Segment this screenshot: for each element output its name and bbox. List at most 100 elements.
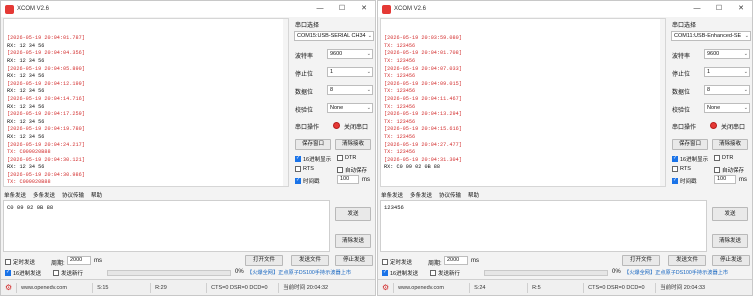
baud-select[interactable]: 9600 ⌄ [327, 49, 373, 59]
ad-link[interactable]: 【火爆全网】正点原子DS100手持示波器上市 [624, 269, 728, 276]
databits-select[interactable]: 8 ⌄ [704, 85, 750, 95]
receive-line: RX: 12 34 56 [7, 73, 45, 80]
receive-line: [2026-05-19 20:03:59.080] [384, 35, 462, 42]
hex-display-checkbox[interactable]: 16进制显示 [672, 155, 708, 163]
databits-select[interactable]: 8 ⌄ [327, 85, 373, 95]
parity-select[interactable]: None ⌄ [704, 103, 750, 113]
auto-save-checkbox[interactable]: 自动保存 [337, 166, 367, 174]
current-time: 当前时间 20:04:32 [283, 284, 329, 291]
port-select[interactable]: COM11:USB-Enhanced-SE ⌄ [671, 31, 751, 41]
settings-gear-icon[interactable]: ⚙ [378, 282, 395, 293]
website-link[interactable]: www.openedv.com [17, 282, 94, 293]
parity-select-value: None [707, 105, 721, 111]
send-newline-checkbox[interactable]: 发送新行 [53, 269, 83, 277]
receive-area[interactable]: [2026-05-19 20:04:01.787] RX: 12 34 56 [20… [3, 18, 289, 187]
close-icon[interactable]: ✕ [730, 1, 752, 17]
receive-line: [2026-05-19 20:04:01.708] [384, 50, 462, 57]
ad-link[interactable]: 【火爆全网】正点原子DS100手持示波器上市 [247, 269, 351, 276]
timestamp-interval-input[interactable]: 100 [337, 175, 359, 184]
clear-receive-button[interactable]: 清除接收 [335, 139, 371, 150]
send-button[interactable]: 发送 [335, 207, 371, 221]
period-input[interactable]: 2000 [444, 256, 468, 265]
receive-line: RX: C0 09 02 0B 88 [384, 164, 441, 171]
send-input[interactable]: C0 09 02 0B 88 [3, 200, 330, 252]
clear-send-button[interactable]: 清除发送 [335, 234, 371, 248]
hex-send-checkbox[interactable]: 16进制发送 [382, 269, 418, 277]
timed-send-checkbox[interactable]: 定时发送 [5, 258, 35, 266]
receive-scrollbar[interactable] [283, 19, 288, 186]
send-newline-checkbox[interactable]: 发送新行 [430, 269, 460, 277]
stopbits-label: 停止位 [672, 72, 691, 78]
close-port-button[interactable]: 关闭串口 [344, 122, 368, 131]
send-file-button[interactable]: 发送文件 [291, 255, 329, 266]
timed-send-checkbox[interactable]: 定时发送 [382, 258, 412, 266]
receive-line: RX: 12 34 56 [7, 164, 45, 171]
title-bar: XCOM V2.6 — ☐ ✕ [378, 1, 752, 17]
stopbits-select[interactable]: 1 ⌄ [704, 67, 750, 77]
receive-line: [2026-05-19 20:04:13.294] [384, 111, 462, 118]
settings-gear-icon[interactable]: ⚙ [1, 282, 18, 293]
timed-send-label: 定时发送 [13, 260, 36, 266]
checkbox-icon [53, 270, 59, 276]
rts-checkbox[interactable]: RTS [295, 166, 314, 172]
maximize-icon[interactable]: ☐ [331, 1, 353, 17]
clear-send-button[interactable]: 清除发送 [712, 234, 748, 248]
hex-display-checkbox[interactable]: 16进制显示 [295, 155, 331, 163]
receive-line: [2026-05-19 20:04:14.716] [7, 95, 85, 102]
receive-line: RX: 12 34 56 [7, 103, 45, 110]
hex-display-label: 16进制显示 [303, 157, 332, 163]
stopbits-label: 停止位 [295, 72, 314, 78]
receive-line: RX: 12 34 56 [7, 88, 45, 95]
minimize-icon[interactable]: — [309, 1, 331, 17]
stop-send-button[interactable]: 停止发送 [712, 255, 750, 266]
xcom-window-left: XCOM V2.6 — ☐ ✕ [2026-05-19 20:04:01.787… [0, 0, 376, 296]
checkbox-icon [714, 155, 720, 161]
period-label: 周期: [51, 261, 65, 267]
parity-select-value: None [330, 105, 344, 111]
send-button[interactable]: 发送 [712, 207, 748, 221]
receive-scrollbar[interactable] [660, 19, 665, 186]
stopbits-select-value: 1 [330, 69, 334, 75]
send-file-button[interactable]: 发送文件 [668, 255, 706, 266]
send-progress-bar [484, 270, 608, 276]
maximize-icon[interactable]: ☐ [708, 1, 730, 17]
receive-line: [2026-05-19 20:04:01.787] [7, 35, 85, 42]
port-select[interactable]: COM15:USB-SERIAL CH34 ⌄ [294, 31, 374, 41]
clear-receive-button[interactable]: 清除接收 [712, 139, 748, 150]
open-file-button[interactable]: 打开文件 [245, 255, 283, 266]
baud-select[interactable]: 9600 ⌄ [704, 49, 750, 59]
close-port-button[interactable]: 关闭串口 [721, 122, 745, 131]
auto-save-checkbox[interactable]: 自动保存 [714, 166, 744, 174]
port-status-lamp-icon [333, 122, 340, 129]
stopbits-select[interactable]: 1 ⌄ [327, 67, 373, 77]
timestamp-unit: ms [362, 177, 370, 183]
timestamp-checkbox[interactable]: 时间戳 [672, 177, 697, 185]
receive-line: [2026-05-19 20:04:11.467] [384, 95, 462, 102]
dtr-checkbox[interactable]: DTR [337, 155, 356, 161]
website-link[interactable]: www.openedv.com [394, 282, 471, 293]
modem-lines: CTS=0 DSR=0 DCD=0 [584, 282, 657, 293]
period-input[interactable]: 2000 [67, 256, 91, 265]
receive-line: [2026-05-19 20:04:07.033] [384, 65, 462, 72]
port-select-value: COM11:USB-Enhanced-SE [674, 33, 742, 39]
auto-save-label: 自动保存 [722, 168, 745, 174]
hex-send-checkbox[interactable]: 16进制发送 [5, 269, 41, 277]
timestamp-interval-input[interactable]: 100 [714, 175, 736, 184]
receive-area[interactable]: [2026-05-19 20:03:59.080] TX: 123456 [2026… [380, 18, 666, 187]
save-window-button[interactable]: 保存窗口 [295, 139, 331, 150]
open-file-button[interactable]: 打开文件 [622, 255, 660, 266]
modem-lines: CTS=0 DSR=0 DCD=0 [207, 282, 280, 293]
dtr-checkbox[interactable]: DTR [714, 155, 733, 161]
rts-checkbox[interactable]: RTS [672, 166, 691, 172]
title-bar: XCOM V2.6 — ☐ ✕ [1, 1, 375, 17]
save-window-button[interactable]: 保存窗口 [672, 139, 708, 150]
minimize-icon[interactable]: — [686, 1, 708, 17]
parity-select[interactable]: None ⌄ [327, 103, 373, 113]
window-controls: — ☐ ✕ [686, 1, 752, 17]
stop-send-button[interactable]: 停止发送 [335, 255, 373, 266]
timestamp-checkbox[interactable]: 时间戳 [295, 177, 320, 185]
rts-label: RTS [680, 166, 691, 172]
send-input[interactable]: 123456 [380, 200, 707, 252]
close-icon[interactable]: ✕ [353, 1, 375, 17]
received-count: R:29 [151, 282, 208, 293]
